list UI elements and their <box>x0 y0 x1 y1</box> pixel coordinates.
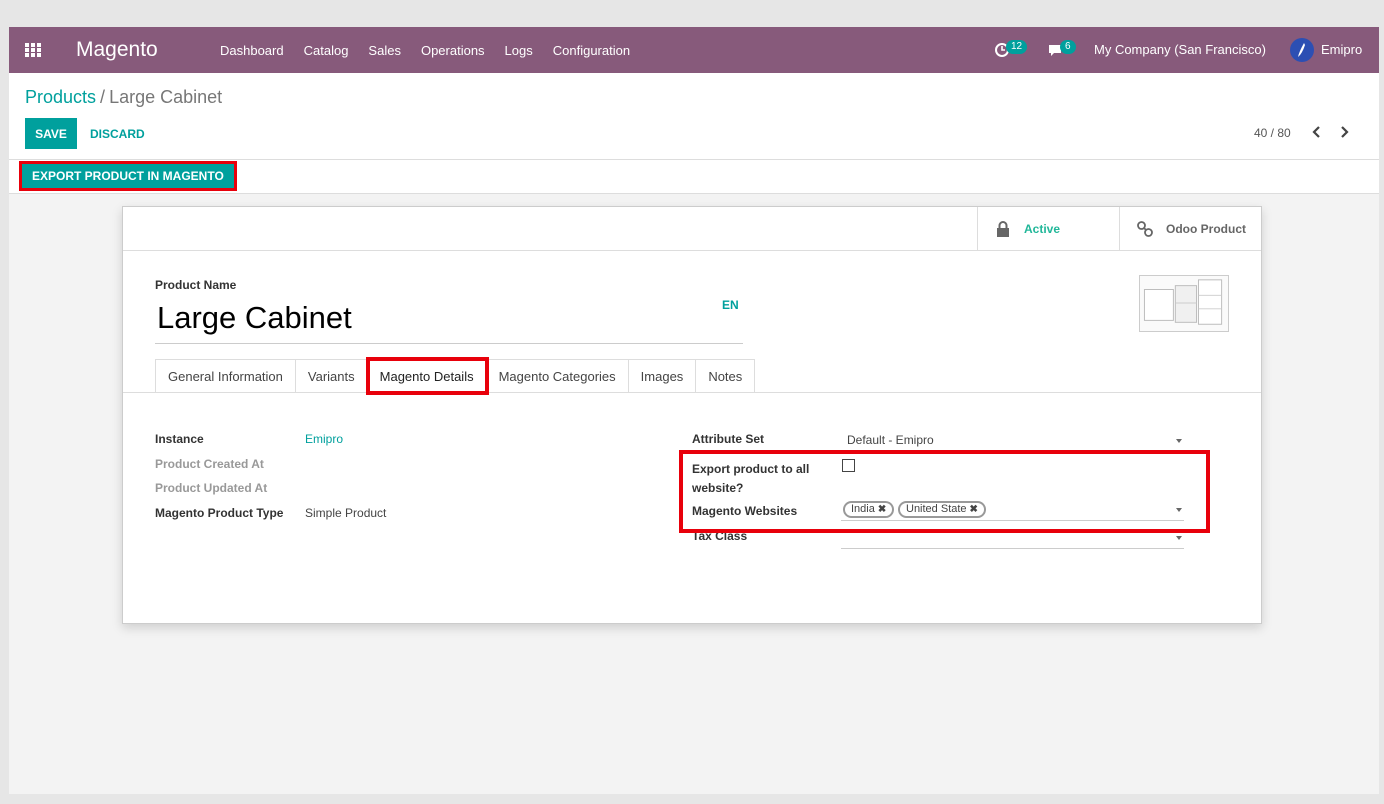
tax-class-label: Tax Class <box>692 529 748 543</box>
attribute-set-select[interactable]: Default - Emipro <box>841 432 1184 452</box>
attribute-set-caret-icon <box>1176 439 1182 443</box>
messages-badge: 6 <box>1060 40 1076 54</box>
tabs-divider <box>123 392 1261 393</box>
export-product-button[interactable]: EXPORT PRODUCT IN MAGENTO <box>19 161 237 191</box>
product-updated-at-label: Product Updated At <box>155 481 268 495</box>
tab-notes[interactable]: Notes <box>696 359 756 393</box>
product-created-at-label: Product Created At <box>155 457 264 471</box>
active-toggle-button[interactable]: Active <box>977 207 1119 251</box>
export-all-websites-checkbox[interactable] <box>842 459 855 472</box>
link-chain-icon <box>1137 221 1153 237</box>
menu-logs[interactable]: Logs <box>505 43 533 58</box>
translate-button[interactable]: EN <box>722 298 739 312</box>
app-window: Magento Dashboard Catalog Sales Operatio… <box>9 27 1379 794</box>
breadcrumb-products[interactable]: Products <box>25 87 96 107</box>
cabinet-image-icon <box>1143 279 1223 325</box>
magento-websites-label: Magento Websites <box>692 504 798 518</box>
website-tag-united-state-label: United State <box>906 503 967 515</box>
menu-dashboard[interactable]: Dashboard <box>220 43 284 58</box>
pager-previous-icon[interactable] <box>1308 123 1326 141</box>
breadcrumb: Products / Large Cabinet <box>25 87 222 108</box>
menu-catalog[interactable]: Catalog <box>304 43 349 58</box>
pager-next-icon[interactable] <box>1335 123 1353 141</box>
product-name-underline <box>155 343 743 344</box>
tab-variants[interactable]: Variants <box>295 359 368 393</box>
attribute-set-value: Default - Emipro <box>847 433 934 447</box>
odoo-product-label: Odoo Product <box>1166 222 1246 236</box>
emipro-logo-icon <box>1298 43 1305 57</box>
top-menu: Dashboard Catalog Sales Operations Logs … <box>220 27 650 73</box>
magento-product-type-label: Magento Product Type <box>155 506 284 520</box>
product-name-label: Product Name <box>155 278 237 292</box>
user-name[interactable]: Emipro <box>1321 42 1362 57</box>
tab-images[interactable]: Images <box>628 359 697 393</box>
company-switcher[interactable]: My Company (San Francisco) <box>1094 42 1266 57</box>
menu-operations[interactable]: Operations <box>421 43 485 58</box>
main-navbar: Magento Dashboard Catalog Sales Operatio… <box>9 27 1379 73</box>
active-label: Active <box>1024 222 1061 236</box>
tab-general-information[interactable]: General Information <box>155 359 296 393</box>
product-image[interactable] <box>1139 275 1229 332</box>
product-name-input[interactable]: Large Cabinet <box>157 300 352 336</box>
instance-link[interactable]: Emipro <box>305 432 343 446</box>
app-brand[interactable]: Magento <box>76 38 158 62</box>
lock-icon <box>997 221 1009 237</box>
tab-magento-details[interactable]: Magento Details <box>365 357 489 395</box>
pager-value[interactable]: 40 / 80 <box>1254 126 1291 140</box>
control-panel: Products / Large Cabinet SAVE DISCARD 40 /… <box>9 73 1379 160</box>
website-tag-india: India ✖ <box>843 501 895 518</box>
apps-grid-icon[interactable] <box>25 43 41 57</box>
tax-class-caret-icon <box>1176 536 1182 540</box>
remove-tag-icon[interactable]: ✖ <box>878 504 886 515</box>
form-sheet: Active Odoo Product Product Name Large C… <box>122 206 1262 624</box>
magento-websites-select[interactable]: India ✖ United State ✖ <box>841 501 1184 521</box>
save-button[interactable]: SAVE <box>25 118 77 149</box>
menu-sales[interactable]: Sales <box>368 43 401 58</box>
tax-class-select[interactable] <box>841 529 1184 549</box>
smart-button-box: Active Odoo Product <box>977 207 1261 251</box>
user-avatar[interactable] <box>1290 38 1314 62</box>
website-tag-india-label: India <box>851 503 875 515</box>
breadcrumb-current: Large Cabinet <box>109 87 223 107</box>
notebook-tabs: General Information Variants Magento Det… <box>155 357 756 395</box>
menu-configuration[interactable]: Configuration <box>553 43 630 58</box>
export-all-websites-label: Export product to all website? <box>692 462 810 495</box>
discard-button[interactable]: DISCARD <box>82 118 153 149</box>
magento-product-type-value: Simple Product <box>305 506 387 520</box>
activity-badge: 12 <box>1006 40 1028 54</box>
breadcrumb-separator: / <box>100 87 106 107</box>
attribute-set-label: Attribute Set <box>692 432 764 446</box>
form-header: EXPORT PRODUCT IN MAGENTO <box>9 160 1379 194</box>
tab-magento-categories[interactable]: Magento Categories <box>486 359 629 393</box>
remove-tag-icon[interactable]: ✖ <box>970 504 978 515</box>
website-tag-united-state: United State ✖ <box>898 501 986 518</box>
odoo-product-button[interactable]: Odoo Product <box>1119 207 1261 251</box>
button-box-divider <box>123 250 1261 251</box>
magento-websites-caret-icon <box>1176 508 1182 512</box>
instance-label: Instance <box>155 432 204 446</box>
